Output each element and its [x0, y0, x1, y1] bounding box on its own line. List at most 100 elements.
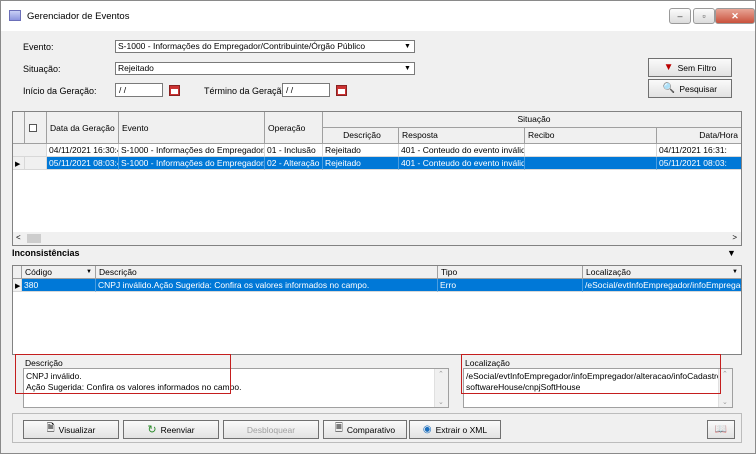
col-tipo[interactable]: Tipo	[438, 266, 583, 279]
scroll-left-icon[interactable]: <	[16, 233, 21, 242]
evento-value: S-1000 - Informações do Empregador/Contr…	[118, 41, 366, 51]
inicio-date-input[interactable]: / /	[115, 83, 163, 97]
title-bar: Gerenciador de Eventos – ▫ ✕	[1, 1, 755, 31]
events-grid: Data da Geração Evento Operação Situação…	[12, 111, 742, 246]
table-cell[interactable]: S-1000 - Informações do Empregador/Co	[119, 157, 265, 170]
comparativo-button[interactable]: 🗏 Comparativo	[323, 420, 407, 439]
desbloquear-button[interactable]: Desbloquear	[223, 420, 319, 439]
row-indicator	[13, 144, 47, 157]
table-cell[interactable]	[525, 144, 657, 157]
table-cell[interactable]: Erro	[438, 279, 583, 292]
col-operacao[interactable]: Operação	[265, 112, 323, 144]
col-localizacao-label: Localização	[586, 267, 631, 277]
book-icon: 📖	[714, 424, 728, 435]
chevron-down-icon[interactable]: ▼	[86, 266, 92, 278]
chevron-down-icon[interactable]: ▼	[401, 41, 414, 52]
table-cell[interactable]: 05/11/2021 08:03:	[657, 157, 741, 170]
pesquisar-label: Pesquisar	[679, 83, 718, 94]
current-row-arrow-icon: ▶	[13, 157, 25, 170]
table-cell[interactable]: 02 - Alteração	[265, 157, 323, 170]
inconsistencias-title: Inconsistências	[12, 248, 80, 258]
main-window: Gerenciador de Eventos – ▫ ✕ Evento: S-1…	[0, 0, 756, 454]
situacao-value: Rejeitado	[118, 63, 154, 73]
filter-off-icon: ▼	[663, 62, 674, 73]
bottom-toolbar: 🗎 Visualizar ↻ Reenviar Desbloquear 🗏 Co…	[12, 413, 742, 443]
row-indicator-header	[13, 112, 25, 144]
row-checkbox-cell[interactable]	[25, 157, 47, 170]
inicio-label: Início da Geração:	[23, 86, 97, 96]
extrair-label: Extrair o XML	[435, 424, 488, 435]
help-book-button[interactable]: 📖	[707, 420, 735, 439]
table-cell[interactable]: 01 - Inclusão	[265, 144, 323, 157]
col-recibo[interactable]: Recibo	[525, 128, 657, 144]
select-all-header[interactable]	[25, 112, 47, 144]
col-datahora[interactable]: Data/Hora	[657, 128, 741, 144]
horizontal-scrollbar[interactable]: < >	[13, 232, 741, 245]
view-document-icon: 🗎	[46, 423, 55, 434]
extrair-xml-button[interactable]: ◉ Extrair o XML	[409, 420, 501, 439]
table-cell[interactable]: 401 - Conteudo do evento inválido.	[399, 144, 525, 157]
comparativo-label: Comparativo	[346, 424, 396, 435]
table-cell[interactable]: 401 - Conteudo do evento inválido.	[399, 157, 525, 170]
maximize-button[interactable]: ▫	[693, 8, 715, 24]
chevron-down-icon[interactable]: ▼	[732, 266, 738, 278]
minimize-button[interactable]: –	[669, 8, 691, 24]
col-descricao[interactable]: Descrição	[96, 266, 438, 279]
table-cell[interactable]: 05/11/2021 08:03:47	[47, 157, 119, 170]
highlight-box-localizacao	[461, 354, 721, 394]
current-row-arrow-icon: ▶	[13, 279, 22, 292]
search-icon: 🔍	[662, 83, 676, 94]
row-indicator-header	[13, 266, 22, 279]
table-cell[interactable]: Rejeitado	[323, 144, 399, 157]
termino-label: Término da Geração:	[204, 86, 290, 96]
col-codigo[interactable]: Código ▼	[22, 266, 96, 279]
scroll-down-icon[interactable]: ⌄	[722, 398, 728, 406]
situacao-label: Situação:	[23, 64, 61, 74]
vertical-scrollbar[interactable]: ⌃ ⌄	[434, 369, 448, 407]
situacao-select[interactable]: Rejeitado ▼	[115, 62, 415, 75]
table-cell[interactable]: Rejeitado	[323, 157, 399, 170]
app-icon	[9, 10, 21, 21]
evento-label: Evento:	[23, 42, 54, 52]
table-cell[interactable]: 380	[22, 279, 96, 292]
window-title: Gerenciador de Eventos	[27, 11, 130, 22]
table-cell[interactable]: 04/11/2021 16:30:41	[47, 144, 119, 157]
globe-icon: ◉	[422, 424, 432, 435]
table-cell[interactable]: /eSocial/evtInfoEmpregador/infoEmpregado	[583, 279, 741, 292]
desbloquear-label: Desbloquear	[246, 424, 296, 435]
col-evento[interactable]: Evento	[119, 112, 265, 144]
table-cell[interactable]: S-1000 - Informações do Empregador/Co	[119, 144, 265, 157]
visualizar-button[interactable]: 🗎 Visualizar	[23, 420, 119, 439]
evento-select[interactable]: S-1000 - Informações do Empregador/Contr…	[115, 40, 415, 53]
col-localizacao[interactable]: Localização ▼	[583, 266, 741, 279]
reenviar-label: Reenviar	[160, 424, 195, 435]
col-group-situacao: Situação	[323, 112, 741, 128]
pesquisar-button[interactable]: 🔍 Pesquisar	[648, 79, 732, 98]
calendar-icon[interactable]	[336, 85, 347, 96]
scroll-up-icon[interactable]: ⌃	[722, 370, 728, 378]
scrollbar-thumb[interactable]	[27, 234, 41, 243]
chevron-down-icon[interactable]: ▼	[401, 63, 414, 74]
table-cell[interactable]	[525, 157, 657, 170]
scroll-up-icon[interactable]: ⌃	[438, 370, 444, 378]
sem-filtro-button[interactable]: ▼ Sem Filtro	[648, 58, 732, 77]
collapse-triangle-icon[interactable]: ▼	[727, 248, 736, 258]
termino-date-input[interactable]: / /	[282, 83, 330, 97]
inconsistencias-grid: Código ▼ Descrição Tipo Localização ▼ ▶ …	[12, 265, 742, 355]
table-cell[interactable]: CNPJ inválido.Ação Sugerida: Confira os …	[96, 279, 438, 292]
col-descricao[interactable]: Descrição	[323, 128, 399, 144]
scroll-down-icon[interactable]: ⌄	[438, 398, 444, 406]
table-cell[interactable]: 04/11/2021 16:31:	[657, 144, 741, 157]
scroll-right-icon[interactable]: >	[732, 233, 737, 242]
close-button[interactable]: ✕	[715, 8, 755, 24]
visualizar-label: Visualizar	[58, 424, 96, 435]
col-resposta[interactable]: Resposta	[399, 128, 525, 144]
reenviar-button[interactable]: ↻ Reenviar	[123, 420, 219, 439]
checkbox[interactable]	[29, 124, 37, 132]
calendar-icon[interactable]	[169, 85, 180, 96]
highlight-box-descricao	[15, 354, 231, 394]
col-codigo-label: Código	[25, 267, 52, 277]
col-data-geracao[interactable]: Data da Geração	[47, 112, 119, 144]
document-icon: 🗏	[334, 423, 343, 434]
refresh-icon: ↻	[147, 424, 157, 436]
